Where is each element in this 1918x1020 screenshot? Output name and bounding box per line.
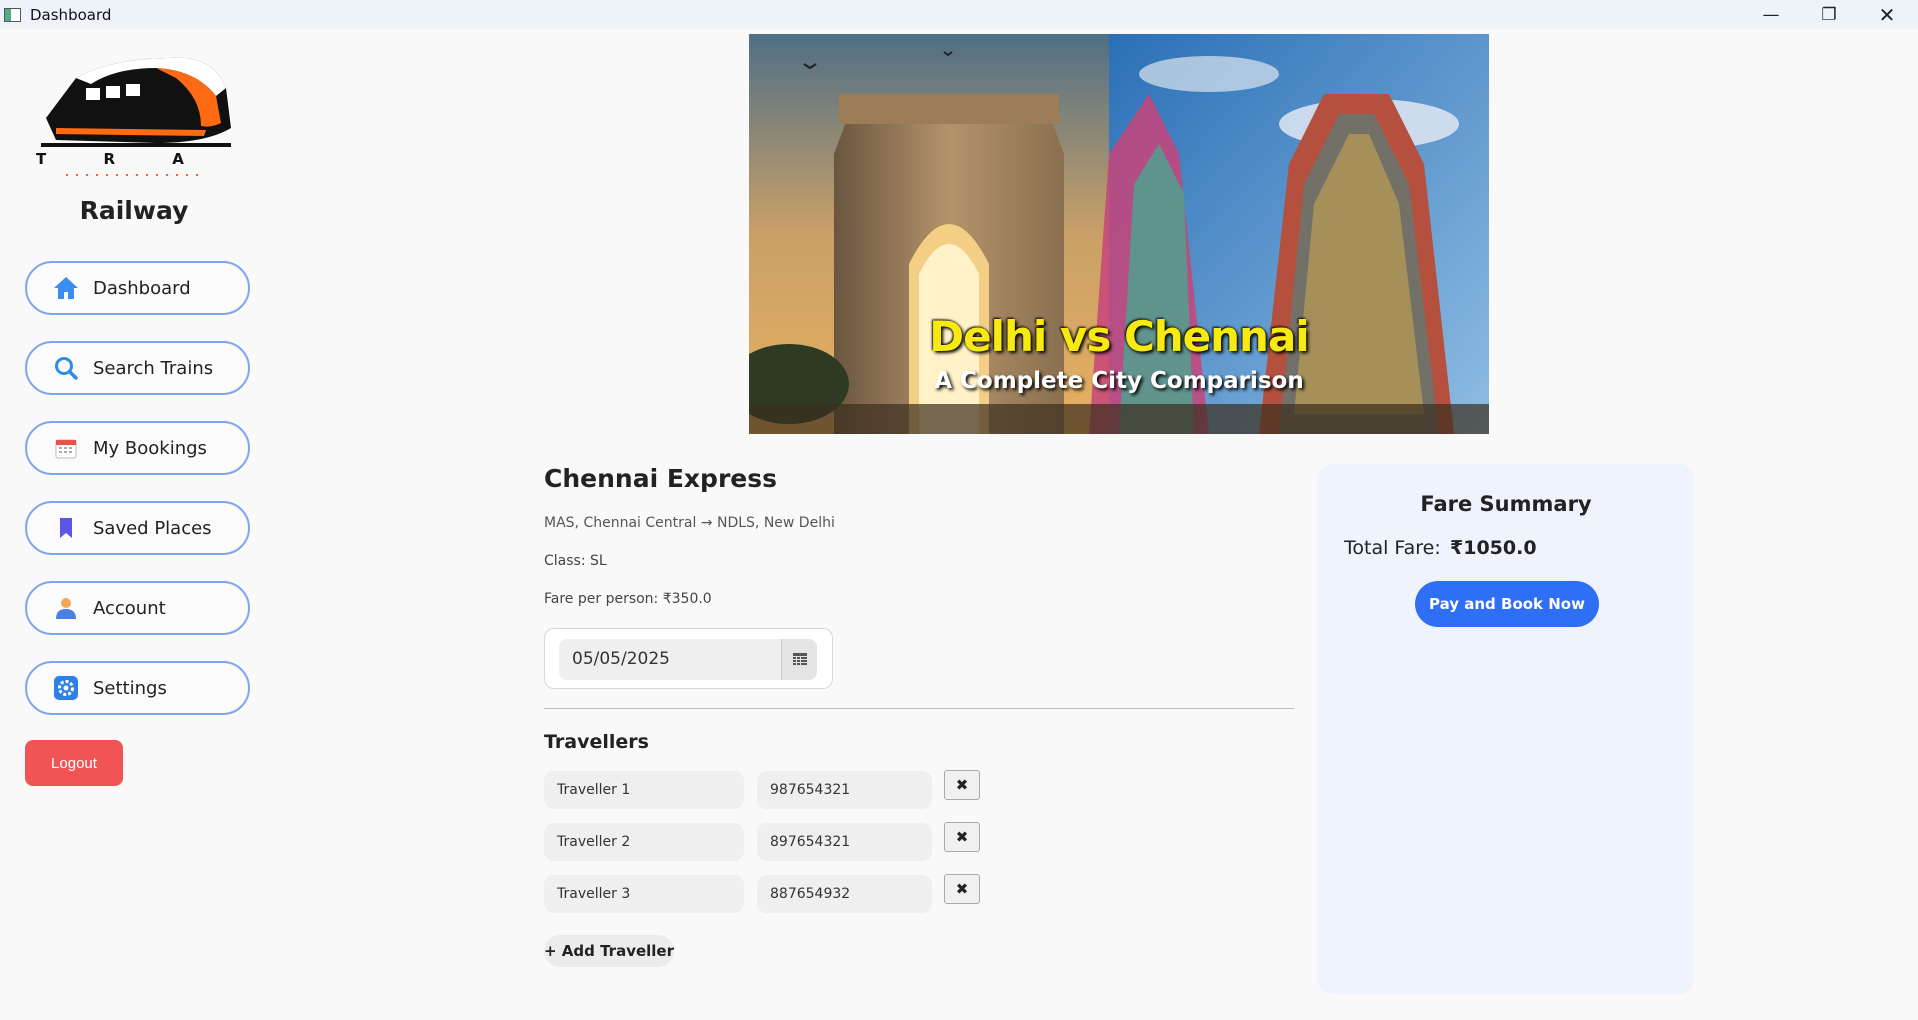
fare-per-person: Fare per person: ₹350.0 — [544, 591, 712, 607]
app-icon — [4, 7, 21, 22]
sidebar-item-settings[interactable]: Settings — [25, 661, 250, 715]
sidebar-item-label: Search Trains — [93, 357, 214, 379]
train-route: MAS, Chennai Central → NDLS, New Delhi — [544, 515, 835, 531]
calendar-icon — [53, 435, 79, 461]
travellers-heading: Travellers — [544, 731, 649, 753]
section-divider — [544, 708, 1294, 709]
sidebar-item-label: Account — [93, 597, 166, 619]
maximize-button[interactable]: ❐ — [1800, 0, 1858, 29]
train-class: Class: SL — [544, 553, 607, 569]
logo-letters: T R A I N — [36, 150, 236, 168]
remove-traveller-button[interactable]: ✖ — [944, 770, 980, 800]
window-titlebar: Dashboard — [0, 0, 1918, 29]
sidebar-item-label: Dashboard — [93, 277, 191, 299]
traveller-name-input[interactable]: Traveller 2 — [544, 823, 744, 861]
fare-summary-panel: Fare Summary Total Fare: ₹1050.0 Pay and… — [1318, 464, 1694, 994]
pay-and-book-button[interactable]: Pay and Book Now — [1415, 581, 1599, 627]
traveller-name-input[interactable]: Traveller 3 — [544, 875, 744, 913]
total-fare-label: Total Fare: — [1344, 537, 1441, 559]
window-title: Dashboard — [30, 5, 112, 24]
traveller-phone-input[interactable]: 987654321 — [757, 771, 932, 809]
gear-icon — [53, 675, 79, 701]
logout-button[interactable]: Logout — [25, 740, 123, 786]
train-logo: T R A I N — [36, 48, 316, 180]
sidebar-item-saved-places[interactable]: Saved Places — [25, 501, 250, 555]
train-name: Chennai Express — [544, 464, 777, 493]
sidebar-item-account[interactable]: Account — [25, 581, 250, 635]
sidebar-item-label: Saved Places — [93, 517, 212, 539]
remove-traveller-button[interactable]: ✖ — [944, 822, 980, 852]
sidebar-item-search-trains[interactable]: Search Trains — [25, 341, 250, 395]
brand-name: Railway — [79, 196, 189, 225]
fare-summary-title: Fare Summary — [1420, 492, 1592, 516]
add-traveller-button[interactable]: + Add Traveller — [544, 935, 674, 967]
date-input[interactable]: 05/05/2025 — [559, 639, 781, 680]
sidebar-item-my-bookings[interactable]: My Bookings — [25, 421, 250, 475]
journey-date-picker: 05/05/2025 — [544, 628, 833, 689]
remove-traveller-button[interactable]: ✖ — [944, 874, 980, 904]
traveller-phone-input[interactable]: 887654932 — [757, 875, 932, 913]
search-icon — [53, 355, 79, 381]
sidebar-item-label: My Bookings — [93, 437, 207, 459]
banner-title: Delhi vs Chennai — [929, 312, 1309, 361]
traveller-name-input[interactable]: Traveller 1 — [544, 771, 744, 809]
user-icon — [53, 595, 79, 621]
calendar-grid-icon[interactable] — [781, 639, 817, 680]
sidebar-item-label: Settings — [93, 677, 167, 699]
total-fare-value: ₹1050.0 — [1450, 537, 1537, 559]
banner-subtitle: A Complete City Comparison — [934, 368, 1304, 394]
bookmark-icon — [53, 515, 79, 541]
close-window-button[interactable]: ✕ — [1858, 0, 1916, 29]
minimize-button[interactable]: — — [1742, 0, 1800, 29]
traveller-phone-input[interactable]: 897654321 — [757, 823, 932, 861]
sidebar-item-dashboard[interactable]: Dashboard — [25, 261, 250, 315]
home-icon — [53, 275, 79, 301]
destination-banner-image: Delhi vs Chennai A Complete City Compari… — [749, 34, 1489, 434]
